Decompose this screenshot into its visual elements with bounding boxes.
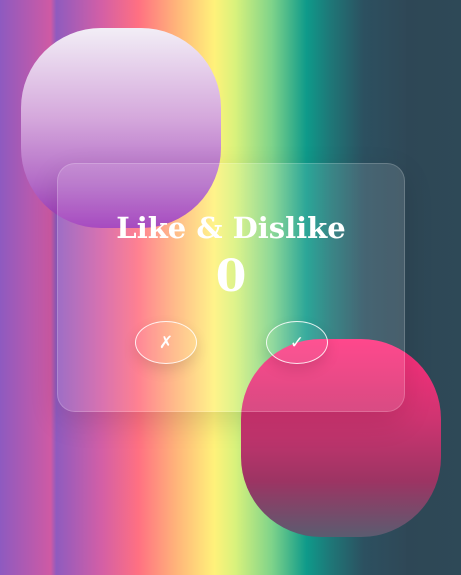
cross-icon: ✗	[158, 332, 174, 353]
like-button[interactable]: ✓	[266, 321, 328, 364]
like-count: 0	[215, 251, 247, 302]
like-dislike-card: Like & Dislike 0 ✗ ✓	[57, 163, 405, 412]
app-title: Like & Dislike	[116, 211, 346, 245]
dislike-button[interactable]: ✗	[135, 321, 197, 364]
check-icon: ✓	[289, 332, 305, 353]
